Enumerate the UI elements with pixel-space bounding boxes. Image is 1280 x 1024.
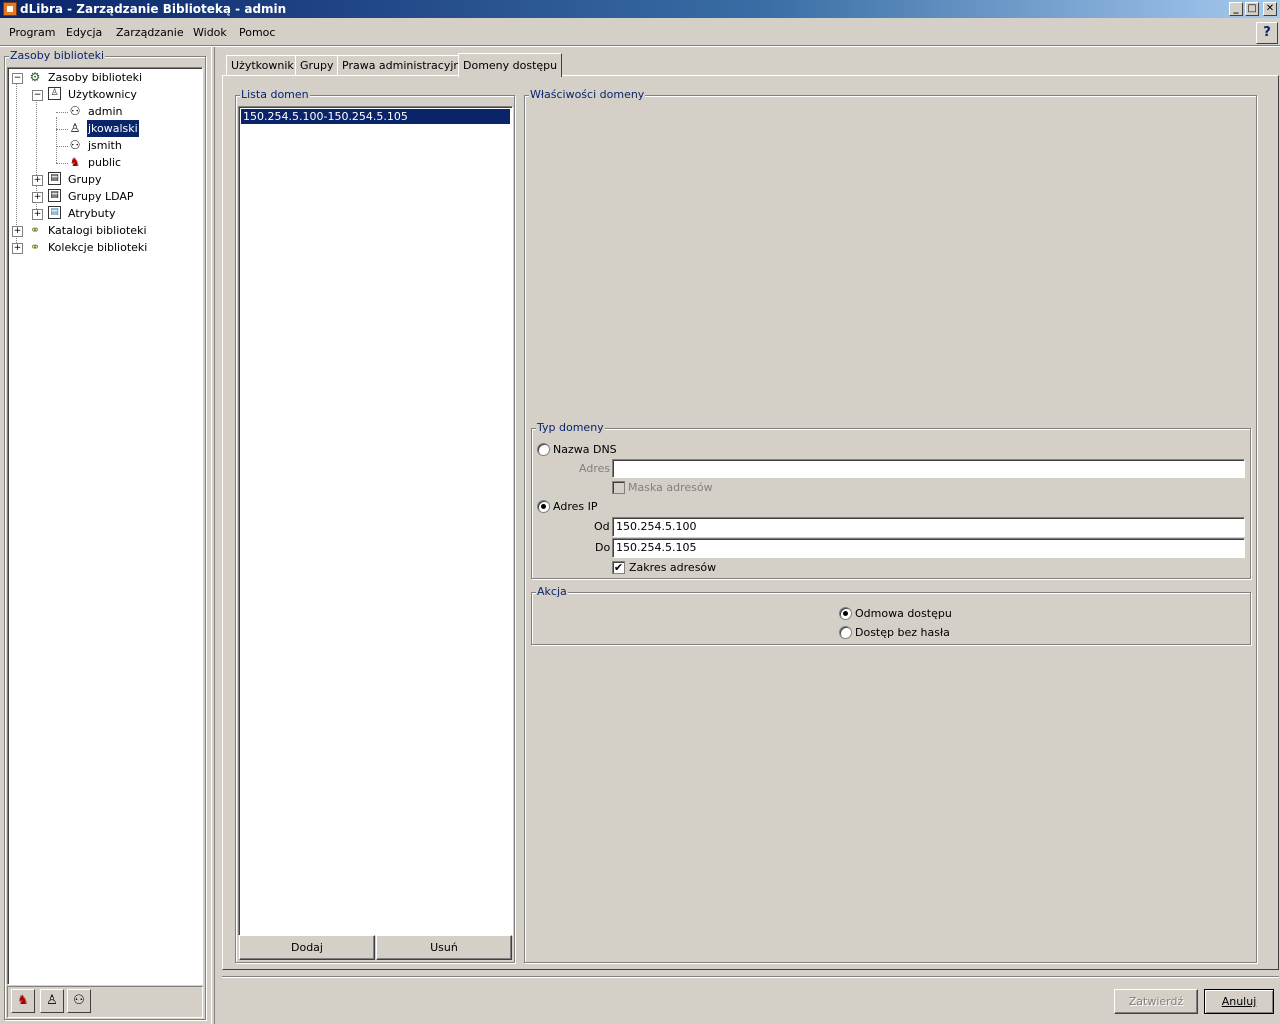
- menu-zarzadzanie[interactable]: Zarządzanie: [116, 26, 184, 39]
- expand-icon[interactable]: +: [32, 209, 43, 220]
- panel-title: Zasoby biblioteki: [9, 49, 106, 63]
- tree-node-ldap-groups[interactable]: + ▤ Grupy LDAP: [8, 188, 198, 205]
- deny-access-label: Odmowa dostępu: [855, 607, 952, 620]
- resource-tree[interactable]: − ⚙ Zasoby biblioteki − ♙ Użytkownicy ⚇ …: [7, 67, 203, 985]
- ip-to-input[interactable]: 150.254.5.105: [612, 538, 1245, 558]
- library-resources-icon: ⚙: [29, 70, 41, 84]
- close-button[interactable]: ✕: [1263, 2, 1277, 16]
- no-password-label: Dostęp bez hasła: [855, 626, 950, 639]
- collections-icon: ⚭: [29, 240, 41, 254]
- tree-node-root[interactable]: − ⚙ Zasoby biblioteki: [8, 69, 198, 86]
- footer-separator: [222, 976, 1279, 978]
- add-admin-user-icon[interactable]: ⚇: [67, 989, 91, 1013]
- tree-node-user-public[interactable]: ♞ public: [8, 154, 198, 171]
- address-range-label: Zakres adresów: [629, 561, 717, 574]
- domain-list[interactable]: 150.254.5.100-150.254.5.105: [238, 106, 513, 936]
- maximize-button[interactable]: □: [1245, 2, 1259, 16]
- tab-grupy[interactable]: Grupy: [295, 55, 339, 76]
- admin-user-icon: ⚇: [69, 104, 81, 118]
- domain-list-title: Lista domen: [240, 88, 310, 102]
- tree-label: Użytkownicy: [68, 88, 137, 101]
- menu-bar: Program Edycja Zarządzanie Widok Pomoc: [0, 21, 1280, 45]
- ip-label: Adres IP: [553, 500, 598, 513]
- cancel-button[interactable]: Anuluj: [1204, 989, 1274, 1014]
- domain-properties-title: Właściwości domeny: [529, 88, 646, 102]
- address-mask-label: Maska adresów: [628, 481, 713, 494]
- menu-separator: [0, 45, 1280, 47]
- menu-widok[interactable]: Widok: [193, 26, 227, 39]
- tree-node-user-jkowalski[interactable]: ♙ jkowalski: [8, 119, 198, 138]
- window-title: dLibra - Zarządzanie Biblioteką - admin: [20, 2, 287, 16]
- users-folder-icon: ♙: [48, 87, 61, 100]
- tree-label: public: [88, 156, 122, 169]
- deny-access-radio[interactable]: [839, 607, 852, 620]
- catalogs-icon: ⚭: [29, 223, 41, 237]
- tree-label: admin: [88, 105, 123, 118]
- action-title: Akcja: [536, 585, 568, 599]
- add-domain-button[interactable]: Dodaj: [239, 935, 375, 960]
- tree-label-selected: jkowalski: [86, 119, 140, 138]
- tab-prawa-administracyjne[interactable]: Prawa administracyjne: [337, 55, 473, 76]
- attributes-folder-icon: ▤: [48, 206, 61, 219]
- tab-domeny-dostepu[interactable]: Domeny dostępu: [458, 53, 563, 77]
- add-public-user-icon[interactable]: ♞: [11, 989, 35, 1013]
- domain-type-title: Typ domeny: [536, 421, 605, 435]
- tree-node-catalogs[interactable]: + ⚭ Katalogi biblioteki: [8, 222, 198, 239]
- address-label: Adres: [579, 462, 611, 475]
- menu-edycja[interactable]: Edycja: [66, 26, 102, 39]
- tree-node-groups[interactable]: + ▤ Grupy: [8, 171, 198, 188]
- app-icon: [3, 2, 17, 16]
- collapse-icon[interactable]: −: [32, 90, 43, 101]
- expand-icon[interactable]: +: [32, 175, 43, 186]
- tree-label: Grupy LDAP: [68, 190, 134, 203]
- no-password-radio[interactable]: [839, 626, 852, 639]
- tree-label: Katalogi biblioteki: [48, 224, 147, 237]
- tree-node-user-jsmith[interactable]: ⚇ jsmith: [8, 137, 198, 154]
- menu-pomoc[interactable]: Pomoc: [239, 26, 275, 39]
- address-range-checkbox[interactable]: ✔: [612, 561, 625, 574]
- tree-node-collections[interactable]: + ⚭ Kolekcje biblioteki: [8, 239, 198, 256]
- tree-label: jsmith: [88, 139, 122, 152]
- remove-domain-button[interactable]: Usuń: [376, 935, 512, 960]
- dns-radio[interactable]: [537, 443, 550, 456]
- admin-user-icon: ⚇: [69, 138, 81, 152]
- public-user-icon: ♞: [69, 155, 81, 169]
- from-label: Od: [594, 520, 610, 533]
- expand-icon[interactable]: +: [12, 226, 23, 237]
- ip-radio[interactable]: [537, 500, 550, 513]
- tree-label: Grupy: [68, 173, 102, 186]
- tree-label: Kolekcje biblioteki: [48, 241, 148, 254]
- tree-label: Zasoby biblioteki: [48, 71, 143, 84]
- expand-icon[interactable]: +: [12, 243, 23, 254]
- context-help-icon[interactable]: ?: [1256, 22, 1278, 44]
- collapse-icon[interactable]: −: [12, 73, 23, 84]
- tab-uzytkownik[interactable]: Użytkownik: [226, 55, 299, 76]
- user-icon: ♙: [69, 121, 81, 135]
- ip-from-input[interactable]: 150.254.5.100: [612, 517, 1245, 537]
- minimize-button[interactable]: _: [1229, 2, 1243, 16]
- tree-node-users[interactable]: − ♙ Użytkownicy: [8, 86, 198, 103]
- address-input[interactable]: [612, 459, 1245, 478]
- splitter[interactable]: [211, 47, 215, 1024]
- ldap-groups-folder-icon: ▤: [48, 189, 61, 202]
- expand-icon[interactable]: +: [32, 192, 43, 203]
- confirm-button[interactable]: Zatwierdź: [1114, 989, 1198, 1014]
- tree-node-user-admin[interactable]: ⚇ admin: [8, 103, 198, 120]
- dns-label: Nazwa DNS: [553, 443, 617, 456]
- tree-label: Atrybuty: [68, 207, 116, 220]
- tree-toolbar: [7, 986, 203, 1018]
- groups-folder-icon: ▤: [48, 172, 61, 185]
- add-user-icon[interactable]: ♙: [40, 989, 64, 1013]
- to-label: Do: [595, 541, 611, 554]
- domain-list-item[interactable]: 150.254.5.100-150.254.5.105: [240, 108, 511, 125]
- tree-node-attributes[interactable]: + ▤ Atrybuty: [8, 205, 198, 222]
- menu-program[interactable]: Program: [9, 26, 55, 39]
- address-mask-checkbox[interactable]: [612, 481, 625, 494]
